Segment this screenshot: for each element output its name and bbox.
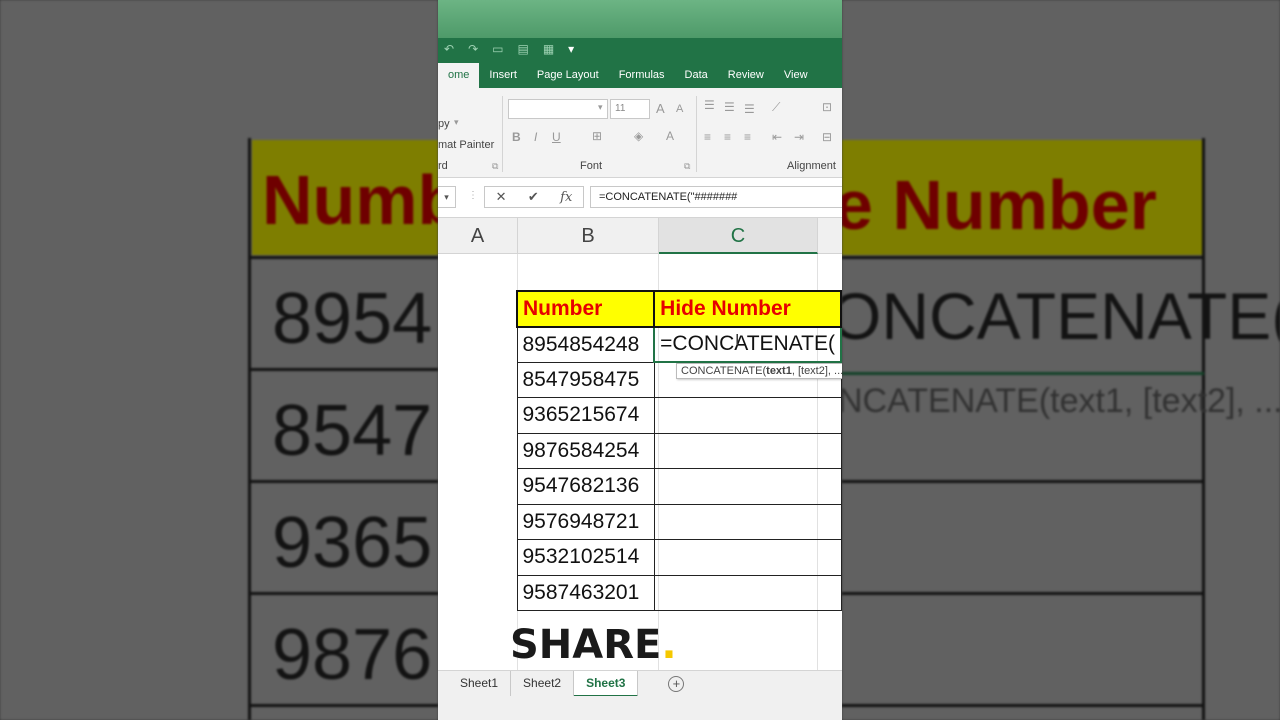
sheet-tab-bar: Sheet1 Sheet2 Sheet3 + (438, 670, 842, 697)
table-cell-empty[interactable] (653, 539, 842, 576)
ribbon-tabs: ome Insert Page Layout Formulas Data Rev… (438, 60, 842, 88)
column-header-b[interactable]: B (518, 218, 659, 254)
table-cell-empty[interactable] (653, 574, 842, 611)
new-file-icon[interactable]: ▭ (492, 42, 503, 56)
table-cell-number[interactable]: 9587463201 (516, 574, 655, 611)
worksheet-grid[interactable]: A B C Number Hide Number 8954854248 =CON… (438, 218, 842, 670)
undo-icon[interactable]: ↶ (444, 42, 454, 56)
shrink-font-icon[interactable]: A (676, 103, 683, 115)
formula-bar: ▾ ⋮ ✕ ✔ fx =CONCATENATE("####### (438, 178, 842, 218)
tab-view[interactable]: View (774, 69, 818, 88)
font-launcher-icon[interactable]: ⧉ (684, 161, 690, 172)
print-preview-icon[interactable]: ▦ (543, 42, 554, 56)
table-cell-number[interactable]: 9547682136 (516, 468, 655, 505)
clipboard-launcher-icon[interactable]: ⧉ (492, 161, 498, 172)
background-right-blur: e Number ONCATENATE( NCATENATE(text1, [t… (842, 0, 1280, 720)
font-name-dropdown-icon[interactable]: ▾ (598, 102, 603, 113)
cancel-icon[interactable]: ✕ (496, 189, 507, 205)
copy-dropdown-icon[interactable]: ▾ (454, 117, 459, 128)
editing-cell[interactable]: =CONCATENATE( (653, 325, 842, 363)
sheet-tab-sheet3[interactable]: Sheet3 (574, 670, 639, 697)
decrease-indent-icon[interactable]: ⇤ (772, 130, 782, 144)
font-color-icon[interactable]: A (666, 129, 674, 143)
enter-icon[interactable]: ✔ (528, 189, 539, 205)
align-right-icon[interactable]: ≡ (744, 130, 751, 144)
bold-icon[interactable]: B (512, 130, 521, 144)
insert-function-icon[interactable]: fx (560, 190, 572, 205)
wrap-text-icon[interactable]: ⊡ (822, 100, 832, 114)
sheet-tab-sheet1[interactable]: Sheet1 (438, 670, 512, 697)
text-cursor-icon: I (735, 332, 740, 349)
tooltip-other-args: , [text2], ... (791, 365, 842, 377)
add-sheet-icon[interactable]: + (668, 675, 685, 692)
data-table: Number Hide Number 8954854248 =CONCATENA… (515, 290, 842, 611)
clipboard-group-label: rd (438, 160, 448, 172)
ribbon-home: py ▾ mat Painter rd ⧉ ▾ 11 A A B I U ⊞ ◈… (438, 88, 842, 178)
font-group-label: Font (580, 160, 603, 172)
tab-insert[interactable]: Insert (479, 69, 527, 88)
alignment-group-label: Alignment (787, 160, 836, 172)
borders-icon[interactable]: ⊞ (592, 129, 602, 143)
header-cell-hide-number[interactable]: Hide Number (653, 290, 842, 328)
tab-page-layout[interactable]: Page Layout (527, 69, 609, 88)
font-size-box[interactable]: 11 (610, 99, 650, 119)
orientation-icon[interactable]: ⟋ (772, 100, 780, 115)
merge-center-icon[interactable]: ⊟ (822, 130, 832, 144)
table-cell-number[interactable]: 9532102514 (516, 539, 655, 576)
name-box-dropdown[interactable]: ▾ (438, 186, 456, 208)
table-cell-number[interactable]: 9576948721 (516, 503, 655, 540)
column-header-c[interactable]: C (659, 218, 818, 254)
tab-formulas[interactable]: Formulas (609, 69, 675, 88)
table-cell-number[interactable]: 9876584254 (516, 432, 655, 469)
tooltip-current-arg: text1 (766, 365, 792, 377)
table-cell-empty[interactable] (653, 397, 842, 434)
column-header-d[interactable] (818, 218, 842, 254)
status-bar (438, 696, 842, 720)
video-frame: Numb 8954 8547 9365 9876 e Number ONCATE… (0, 0, 1280, 720)
table-cell-number[interactable]: 9365215674 (516, 397, 655, 434)
align-middle-icon[interactable]: ☰ (724, 100, 735, 114)
tab-review[interactable]: Review (718, 69, 774, 88)
format-painter-button[interactable]: mat Painter (438, 139, 494, 151)
tab-home[interactable]: ome (438, 63, 480, 88)
quick-access-toolbar: ↶ ↷ ▭ ▤ ▦ ▾ (438, 38, 842, 60)
underline-icon[interactable]: U (552, 130, 561, 144)
redo-icon[interactable]: ↷ (468, 42, 478, 56)
title-bar (438, 0, 842, 38)
open-file-icon[interactable]: ▤ (517, 42, 528, 56)
tab-data[interactable]: Data (675, 69, 718, 88)
align-top-icon[interactable]: ☰ (704, 98, 715, 112)
italic-icon[interactable]: I (534, 130, 537, 144)
tooltip-function-name: CONCATENATE( (681, 365, 767, 377)
share-overlay: SHARE. (510, 622, 677, 668)
share-text: SHARE (510, 622, 662, 668)
customize-toolbar-icon[interactable]: ▾ (568, 42, 574, 56)
excel-window: ↶ ↷ ▭ ▤ ▦ ▾ ome Insert Page Layout Formu… (438, 0, 842, 720)
grow-font-icon[interactable]: A (656, 101, 665, 116)
function-tooltip[interactable]: CONCATENATE(text1, [text2], ... (676, 363, 842, 379)
table-cell-empty[interactable] (653, 468, 842, 505)
sheet-tab-sheet2[interactable]: Sheet2 (511, 670, 575, 697)
fill-color-icon[interactable]: ◈ (634, 129, 643, 143)
font-name-box[interactable] (508, 99, 608, 119)
copy-button[interactable]: py (438, 118, 450, 130)
align-left-icon[interactable]: ≡ (704, 130, 711, 144)
table-cell-number[interactable]: 8954854248 (516, 326, 655, 363)
share-dot: . (661, 622, 677, 668)
header-cell-number[interactable]: Number (515, 290, 656, 328)
formula-input[interactable]: =CONCATENATE("####### (590, 186, 842, 208)
align-center-icon[interactable]: ≡ (724, 130, 731, 144)
table-cell-number[interactable]: 8547958475 (516, 361, 655, 398)
table-cell-empty[interactable] (653, 503, 842, 540)
formula-bar-grip-icon: ⋮ (468, 190, 478, 201)
align-bottom-icon[interactable]: ☰ (744, 102, 755, 116)
background-left-blur: Numb 8954 8547 9365 9876 (0, 0, 438, 720)
table-cell-empty[interactable] (653, 432, 842, 469)
formula-buttons: ✕ ✔ fx (484, 186, 584, 208)
column-header-a[interactable]: A (438, 218, 518, 254)
increase-indent-icon[interactable]: ⇥ (794, 130, 804, 144)
